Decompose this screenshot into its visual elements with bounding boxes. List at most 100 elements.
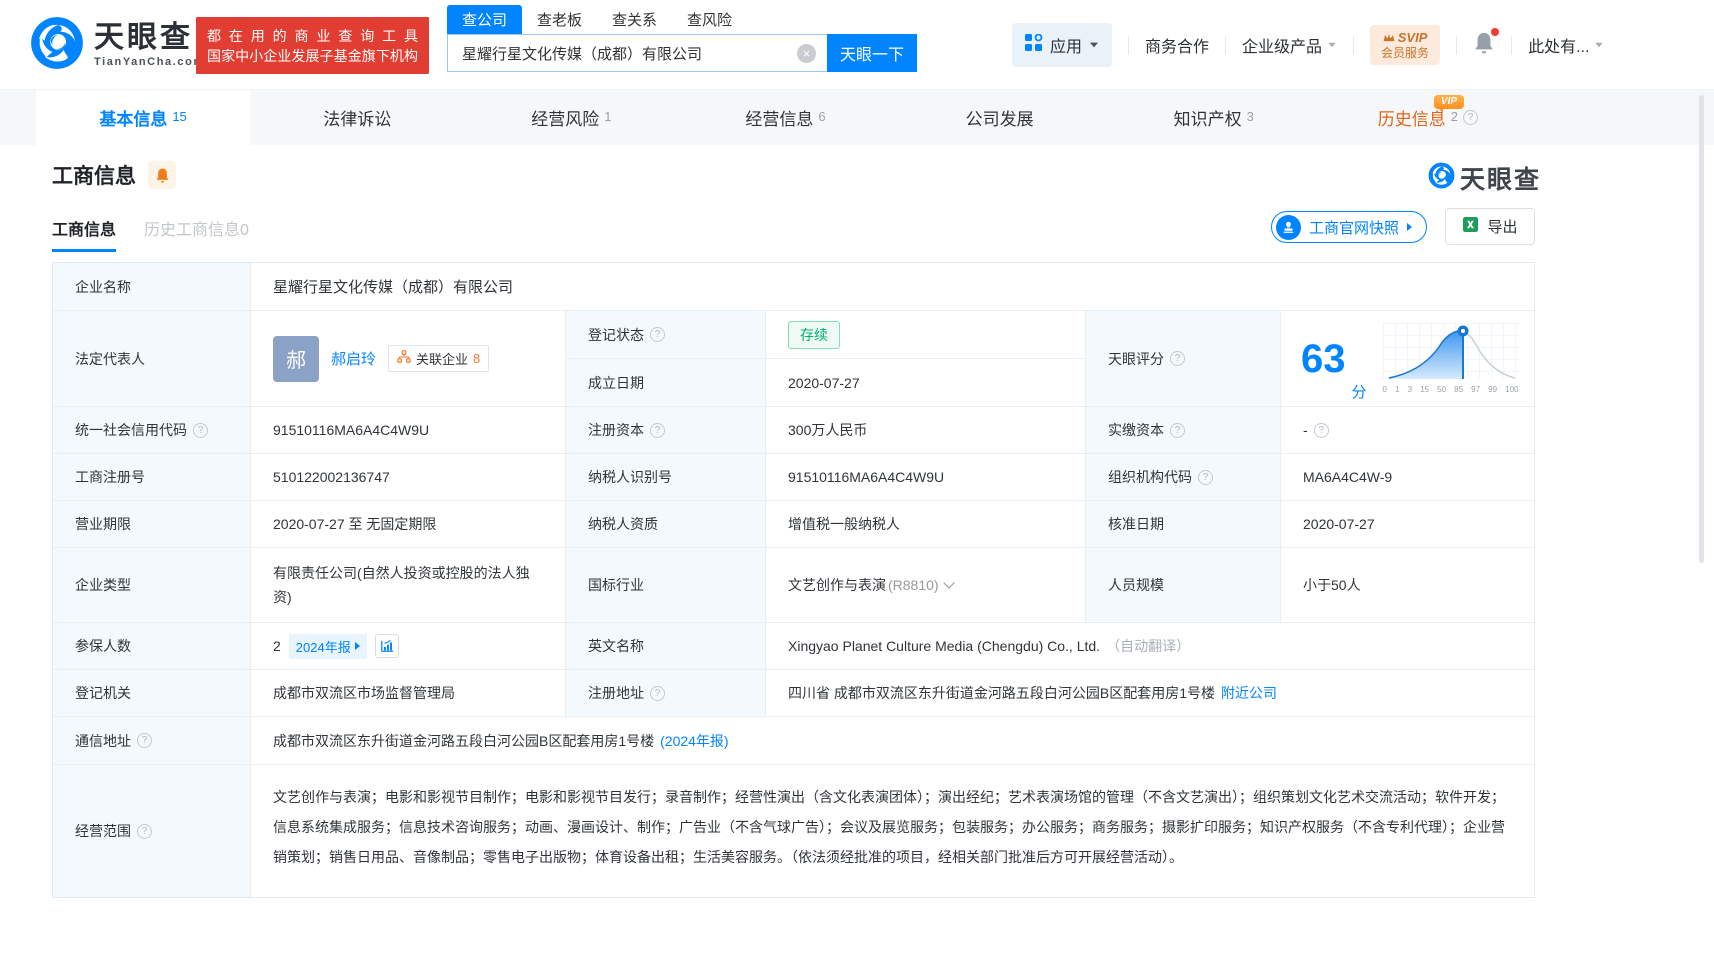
nav-enterprise[interactable]: 企业级产品 xyxy=(1242,33,1337,57)
table-row: 统一社会信用代码 91510116MA6A4C4W9U 注册资本 300万人民币… xyxy=(53,407,1534,454)
search-input[interactable] xyxy=(447,34,827,72)
clear-search-icon[interactable]: × xyxy=(797,44,816,63)
insured-trend-button[interactable] xyxy=(375,634,399,658)
related-companies-badge[interactable]: 关联企业 8 xyxy=(388,345,489,372)
legal-rep-name-link[interactable]: 郝启玲 xyxy=(331,348,376,369)
tab-label: 历史信息 xyxy=(1378,105,1446,130)
help-icon[interactable] xyxy=(650,327,665,342)
credit-code-value: 91510116MA6A4C4W9U xyxy=(251,407,566,453)
enterprise-caret-icon xyxy=(1328,43,1336,48)
reg-address-cell: 四川省 成都市双流区东升街道金河路五段白河公园B区配套用房1号楼 附近公司 xyxy=(766,670,1534,716)
search-tab-risk[interactable]: 查风险 xyxy=(672,5,747,34)
business-info-table: 企业名称 星耀行星文化传媒（成都）有限公司 法定代表人 郝 郝启玲 关联企业 8 xyxy=(52,262,1535,898)
company-type-label: 企业类型 xyxy=(53,548,251,622)
reg-number-label: 工商注册号 xyxy=(53,454,251,500)
mail-address-cell: 成都市双流区东升街道金河路五段白河公园B区配套用房1号楼 (2024年报) xyxy=(251,717,1534,764)
legal-rep-label: 法定代表人 xyxy=(53,311,251,406)
tab-legal[interactable]: 法律诉讼 xyxy=(250,90,464,145)
tab-company-development[interactable]: 公司发展 xyxy=(893,90,1107,145)
mail-address-label: 通信地址 xyxy=(75,731,131,751)
section-title: 工商信息 xyxy=(52,160,136,190)
company-name-label: 企业名称 xyxy=(53,263,251,310)
help-icon[interactable] xyxy=(1463,110,1478,125)
mail-address-value: 成都市双流区东升街道金河路五段白河公园B区配套用房1号楼 xyxy=(273,731,654,751)
org-code-label-cell: 组织机构代码 xyxy=(1086,454,1281,500)
related-companies-label: 关联企业 xyxy=(416,349,468,368)
english-name-label: 英文名称 xyxy=(566,623,766,669)
annual-report-link[interactable]: (2024年报) xyxy=(660,731,728,751)
help-icon[interactable] xyxy=(193,423,208,438)
watermark-swirl-icon xyxy=(1428,162,1455,194)
taxpayer-id-value: 91510116MA6A4C4W9U xyxy=(766,454,1086,500)
help-icon[interactable] xyxy=(1314,423,1329,438)
help-icon[interactable] xyxy=(137,824,152,839)
svip-member-button[interactable]: SVIP 会员服务 xyxy=(1370,25,1440,65)
table-row: 企业名称 星耀行星文化传媒（成都）有限公司 xyxy=(53,263,1534,311)
nearby-companies-link[interactable]: 附近公司 xyxy=(1221,683,1277,703)
help-icon[interactable] xyxy=(650,686,665,701)
stamp-icon xyxy=(1276,215,1301,240)
divider xyxy=(1456,36,1457,54)
status-date-group: 登记状态 存续 成立日期 2020-07-27 xyxy=(566,311,1086,406)
legal-rep-avatar[interactable]: 郝 xyxy=(273,336,319,382)
apps-menu[interactable]: 应用 xyxy=(1012,23,1112,67)
divider xyxy=(1225,36,1226,54)
reg-address-value: 四川省 成都市双流区东升街道金河路五段白河公园B区配套用房1号楼 xyxy=(788,683,1215,703)
tab-operation-info[interactable]: 经营信息 6 xyxy=(678,90,892,145)
header-nav: 应用 商务合作 企业级产品 SVIP 会员服务 xyxy=(1012,0,1604,90)
tab-history-info[interactable]: VIP 历史信息 2 xyxy=(1321,90,1535,145)
notification-dot xyxy=(1491,28,1499,36)
help-icon[interactable] xyxy=(1170,423,1185,438)
page-header: 天眼查 TianYanCha.com 都在用的商业查询工具 国家中小企业发展子基… xyxy=(0,0,1714,90)
tab-operation-risk[interactable]: 经营风险 1 xyxy=(464,90,678,145)
arrow-right-icon xyxy=(355,642,360,650)
snapshot-label: 工商官网快照 xyxy=(1309,217,1399,238)
tab-count: 2 xyxy=(1451,109,1458,124)
staff-size-label: 人员规模 xyxy=(1086,548,1281,622)
help-icon[interactable] xyxy=(650,423,665,438)
tab-label: 基本信息 xyxy=(99,105,167,130)
insured-value-cell: 2 2024年报 xyxy=(251,623,566,669)
tianyancha-logo[interactable]: 天眼查 TianYanCha.com xyxy=(30,16,205,75)
tab-count: 15 xyxy=(172,109,186,124)
help-icon[interactable] xyxy=(1198,470,1213,485)
related-companies-count: 8 xyxy=(473,351,480,366)
notification-bell-icon[interactable] xyxy=(1473,31,1495,60)
subtab-business-info[interactable]: 工商信息 xyxy=(52,216,116,252)
promo-banner: 都在用的商业查询工具 国家中小企业发展子基金旗下机构 xyxy=(196,17,429,74)
score-label: 天眼评分 xyxy=(1108,349,1164,369)
table-row: 登记机关 成都市双流区市场监督管理局 注册地址 四川省 成都市双流区东升街道金河… xyxy=(53,670,1534,717)
search-button[interactable]: 天眼一下 xyxy=(827,34,917,72)
user-caret-icon xyxy=(1596,43,1604,48)
search-tab-company[interactable]: 查公司 xyxy=(447,5,522,34)
reg-address-label-cell: 注册地址 xyxy=(566,670,766,716)
reg-authority-value: 成都市双流区市场监督管理局 xyxy=(251,670,566,716)
reg-authority-label: 登记机关 xyxy=(53,670,251,716)
user-menu-label: 此处有... xyxy=(1528,33,1589,57)
annual-report-badge[interactable]: 2024年报 xyxy=(289,634,367,659)
tab-count: 3 xyxy=(1247,109,1254,124)
taxpayer-id-label: 纳税人识别号 xyxy=(566,454,766,500)
tab-basic-info[interactable]: 基本信息 15 xyxy=(36,90,250,145)
search-tab-boss[interactable]: 查老板 xyxy=(522,5,597,34)
search-tab-relation[interactable]: 查关系 xyxy=(597,5,672,34)
watermark-text: 天眼查 xyxy=(1460,160,1541,196)
nav-cooperation[interactable]: 商务合作 xyxy=(1145,33,1209,57)
auto-translate-note: （自动翻译） xyxy=(1106,636,1190,656)
table-row: 法定代表人 郝 郝启玲 关联企业 8 登记状态 xyxy=(53,311,1534,407)
subtab-history-business-info[interactable]: 历史工商信息0 xyxy=(144,216,249,252)
english-name-cell: Xingyao Planet Culture Media (Chengdu) C… xyxy=(766,623,1534,669)
help-icon[interactable] xyxy=(137,733,152,748)
tab-intellectual-property[interactable]: 知识产权 3 xyxy=(1107,90,1321,145)
approval-date-value: 2020-07-27 xyxy=(1281,501,1534,547)
table-row: 通信地址 成都市双流区东升街道金河路五段白河公园B区配套用房1号楼 (2024年… xyxy=(53,717,1534,765)
scrollbar[interactable] xyxy=(1699,95,1704,563)
table-row: 工商注册号 510122002136747 纳税人识别号 91510116MA6… xyxy=(53,454,1534,501)
score-curve-chart: 0131550859799100 xyxy=(1383,323,1519,394)
monitor-bell-icon[interactable] xyxy=(148,161,176,189)
user-menu[interactable]: 此处有... xyxy=(1528,33,1604,57)
chevron-down-icon[interactable] xyxy=(943,577,954,588)
export-button[interactable]: 导出 xyxy=(1445,208,1535,245)
official-snapshot-button[interactable]: 工商官网快照 xyxy=(1271,211,1427,243)
help-icon[interactable] xyxy=(1170,351,1185,366)
